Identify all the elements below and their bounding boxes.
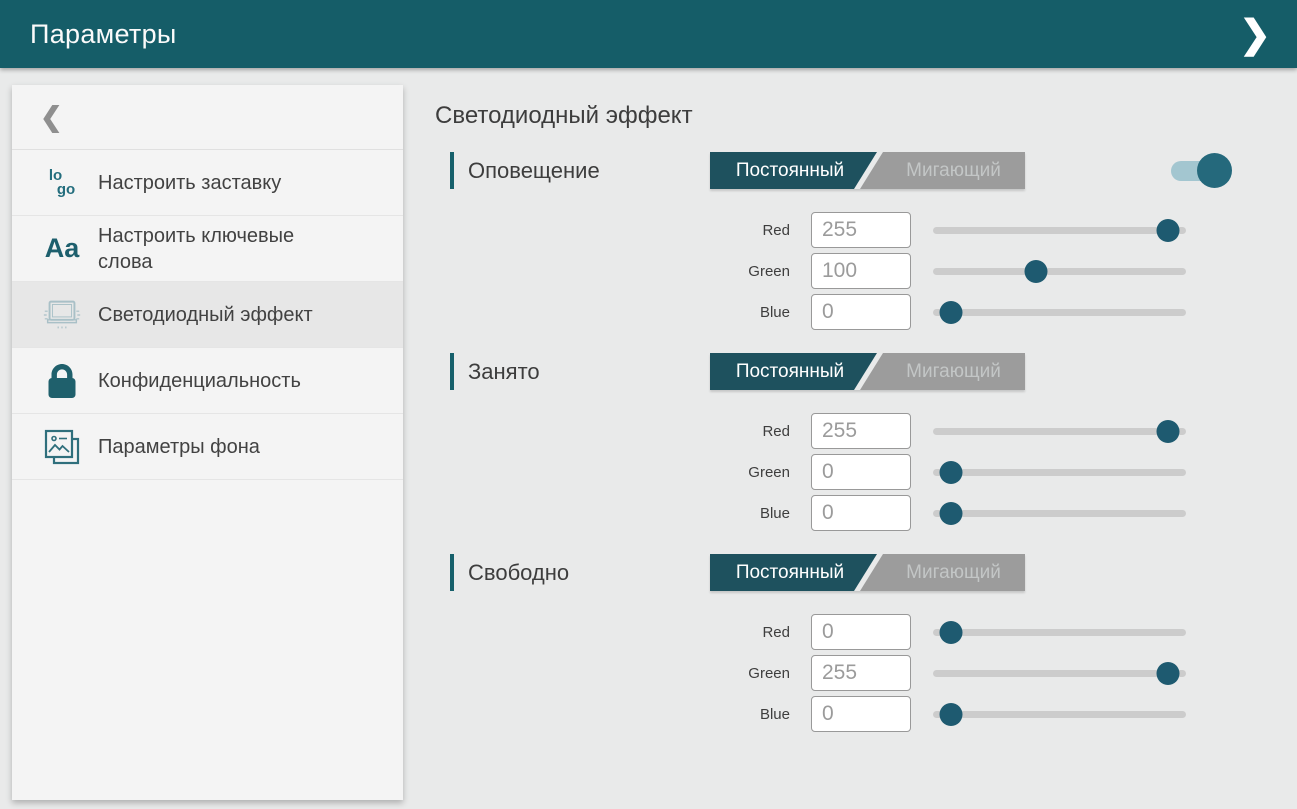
green-row: Green [435,253,1225,289]
green-input[interactable] [811,253,911,289]
sidebar-item-label: Конфиденциальность [98,368,301,394]
mode-constant-button[interactable]: Постоянный [710,152,870,189]
slider-thumb[interactable] [940,703,963,726]
section-notification: Оповещение Постоянный Мигающий Red Green [435,152,1225,330]
blue-row: Blue [435,696,1225,732]
blue-input[interactable] [811,696,911,732]
mode-blinking-button[interactable]: Мигающий [882,353,1025,390]
slider-thumb[interactable] [940,301,963,324]
sidebar-back-button[interactable]: ❮ [12,85,403,150]
mode-segmented-control: Постоянный Мигающий [710,152,1025,189]
notification-enable-toggle[interactable] [1171,161,1222,181]
section-title: Занято [468,353,540,390]
blue-slider[interactable] [933,696,1186,732]
toggle-knob [1197,153,1232,188]
letters-icon: Aa [40,235,84,262]
app-bar: Параметры ❯ [0,0,1297,68]
back-chevron-icon: ❮ [40,102,63,133]
accent-bar [450,152,454,189]
accent-bar [450,554,454,591]
section-busy: Занято Постоянный Мигающий Red Green [435,353,1225,531]
red-slider[interactable] [933,413,1186,449]
sidebar-item-label: Настроить ключевые слова [98,223,338,275]
led-effect-panel: Светодиодный эффект Оповещение Постоянны… [435,100,1225,755]
slider-thumb[interactable] [1157,420,1180,443]
green-row: Green [435,454,1225,490]
green-row: Green [435,655,1225,691]
green-slider[interactable] [933,454,1186,490]
blue-row: Blue [435,294,1225,330]
blue-input[interactable] [811,495,911,531]
sidebar: ❮ logo Настроить заставку Aa Настроить к… [12,85,403,800]
sidebar-item-label: Настроить заставку [98,170,281,196]
section-title: Свободно [468,554,569,591]
mode-segmented-control: Постоянный Мигающий [710,353,1025,390]
slider-thumb[interactable] [940,461,963,484]
red-row: Red [435,413,1225,449]
lock-icon [40,362,84,400]
blue-slider[interactable] [933,495,1186,531]
blue-slider[interactable] [933,294,1186,330]
mode-blinking-button[interactable]: Мигающий [882,554,1025,591]
sidebar-item-background[interactable]: Параметры фона [12,414,403,480]
red-input[interactable] [811,212,911,248]
section-free: Свободно Постоянный Мигающий Red Green [435,554,1225,732]
app-title: Параметры [30,19,177,50]
red-input[interactable] [811,413,911,449]
mode-blinking-button[interactable]: Мигающий [882,152,1025,189]
slider-thumb[interactable] [1157,662,1180,685]
images-icon [40,427,84,467]
green-slider[interactable] [933,253,1186,289]
monitor-icon [40,298,84,332]
sidebar-item-led-effect[interactable]: Светодиодный эффект [12,282,403,348]
slider-thumb[interactable] [1025,260,1048,283]
mode-constant-button[interactable]: Постоянный [710,353,870,390]
green-slider[interactable] [933,655,1186,691]
sidebar-item-screensaver[interactable]: logo Настроить заставку [12,150,403,216]
sidebar-item-keywords[interactable]: Aa Настроить ключевые слова [12,216,403,282]
green-input[interactable] [811,655,911,691]
blue-row: Blue [435,495,1225,531]
mode-segmented-control: Постоянный Мигающий [710,554,1025,591]
mode-constant-button[interactable]: Постоянный [710,554,870,591]
sidebar-item-label: Светодиодный эффект [98,302,313,328]
green-input[interactable] [811,454,911,490]
sidebar-item-label: Параметры фона [98,434,260,460]
forward-chevron-icon[interactable]: ❯ [1231,0,1279,68]
sidebar-item-privacy[interactable]: Конфиденциальность [12,348,403,414]
red-row: Red [435,212,1225,248]
page-title: Светодиодный эффект [435,100,1225,132]
section-title: Оповещение [468,152,600,189]
red-slider[interactable] [933,614,1186,650]
slider-thumb[interactable] [940,502,963,525]
slider-thumb[interactable] [1157,219,1180,242]
accent-bar [450,353,454,390]
logo-icon: logo [40,169,84,197]
blue-input[interactable] [811,294,911,330]
red-input[interactable] [811,614,911,650]
red-slider[interactable] [933,212,1186,248]
slider-thumb[interactable] [940,621,963,644]
red-row: Red [435,614,1225,650]
